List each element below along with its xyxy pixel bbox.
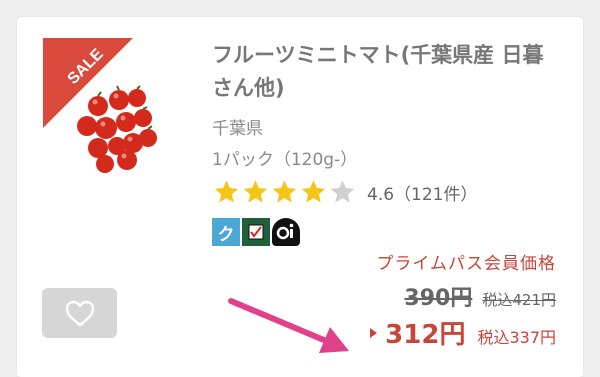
star-empty-icon [330, 180, 355, 203]
star-filled-icon [272, 180, 297, 203]
regular-price: 390円 税込421円 [404, 280, 556, 312]
product-title[interactable]: フルーツミニトマト(千葉県産 日暮さん他) [212, 39, 562, 105]
oi-icon [272, 218, 300, 246]
star-filled-icon [301, 180, 326, 203]
sale-badge: SALE [43, 38, 133, 128]
product-card[interactable]: SALE フルーツミニトマト(千葉県産 日暮さん他) 千葉県 1パック（120g… [17, 17, 583, 377]
old-tax-price: 税込421円 [482, 291, 556, 309]
heart-icon [65, 300, 94, 326]
prime-pass-label: プライムパス会員価格 [376, 254, 556, 274]
star-filled-icon [214, 180, 239, 203]
rating-stars [212, 178, 357, 206]
price-marker-icon [370, 327, 378, 338]
badges: ク [212, 218, 302, 246]
tax-price: 税込337円 [477, 328, 556, 347]
rating-text: 4.6（121件） [367, 184, 478, 205]
old-price: 390円 [404, 286, 473, 311]
price: 312円 [385, 320, 466, 350]
badge-k: ク [212, 218, 240, 246]
product-image[interactable]: SALE [43, 38, 193, 188]
check-icon [242, 218, 270, 246]
rating[interactable]: 4.6（121件） [212, 177, 477, 207]
product-origin: 千葉県 [212, 119, 263, 139]
star-filled-icon [243, 180, 268, 203]
member-price: 312円 税込337円 [370, 314, 556, 351]
favorite-button[interactable] [42, 288, 117, 338]
pointer-arrow-icon [228, 298, 349, 353]
product-size: 1パック（120g-） [212, 150, 358, 170]
